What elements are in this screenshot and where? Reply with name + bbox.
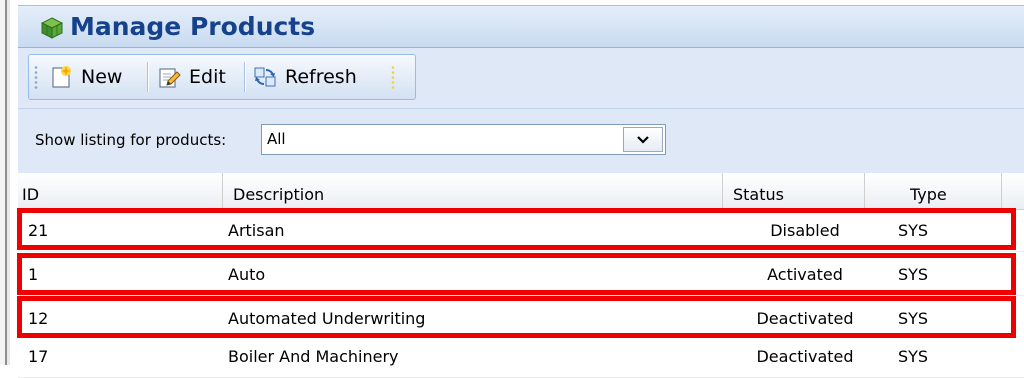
edit-label: Edit	[189, 66, 226, 88]
column-header-id[interactable]: ID	[18, 173, 223, 209]
toolbar-grip-icon[interactable]	[34, 65, 38, 91]
cell-id: 17	[28, 347, 49, 366]
dropdown-arrow-button[interactable]	[623, 127, 663, 152]
cell-type: SYS	[898, 309, 929, 328]
cell-status: Disabled	[770, 221, 840, 240]
new-button[interactable]: New	[49, 61, 122, 93]
refresh-icon	[254, 67, 276, 87]
cell-description: Boiler And Machinery	[228, 347, 399, 366]
refresh-button[interactable]: Refresh	[253, 61, 357, 93]
cell-type: SYS	[898, 221, 929, 240]
left-rail	[0, 0, 10, 365]
edit-button[interactable]: Edit	[157, 61, 226, 93]
column-header-description[interactable]: Description	[223, 173, 723, 209]
filter-label: Show listing for products:	[35, 131, 227, 149]
table-row[interactable]: 12 Automated Underwriting Deactivated SY…	[18, 298, 1024, 340]
page-title: Manage Products	[70, 12, 316, 41]
cell-type: SYS	[898, 265, 929, 284]
table-row[interactable]: 1 Auto Activated SYS	[18, 254, 1024, 296]
refresh-label: Refresh	[285, 66, 357, 88]
product-filter-select[interactable]: All	[261, 124, 666, 155]
grid-header: ID Description Status Type	[18, 173, 1024, 210]
filter-bar: Show listing for products: All	[18, 108, 1024, 173]
cell-description: Automated Underwriting	[228, 309, 426, 328]
table-row[interactable]: 17 Boiler And Machinery Deactivated SYS	[18, 336, 1024, 378]
toolbar-separator	[147, 62, 149, 92]
filter-selected-value: All	[267, 130, 286, 148]
column-header-type[interactable]: Type	[865, 173, 1002, 209]
toolbar: New Edit Refresh	[28, 54, 416, 100]
cell-type: SYS	[898, 347, 929, 366]
column-header-status[interactable]: Status	[723, 173, 865, 209]
new-icon	[52, 66, 71, 88]
chevron-down-icon	[637, 135, 649, 144]
toolbar-area: New Edit Refresh	[18, 48, 1024, 108]
cell-id: 21	[28, 221, 49, 240]
cell-description: Artisan	[228, 221, 285, 240]
cell-description: Auto	[228, 265, 266, 284]
cell-status: Deactivated	[756, 347, 854, 366]
cell-status: Activated	[767, 265, 843, 284]
title-bar: Manage Products	[18, 5, 1024, 48]
products-cube-icon	[41, 17, 63, 39]
cell-id: 1	[28, 265, 39, 284]
cell-id: 12	[28, 309, 49, 328]
toolbar-overflow-grip-icon[interactable]	[391, 65, 395, 91]
table-row[interactable]: 21 Artisan Disabled SYS	[18, 210, 1024, 252]
manage-products-panel: Manage Products New Edit Refresh Show li…	[18, 0, 1024, 378]
toolbar-separator	[244, 62, 246, 92]
cell-status: Deactivated	[756, 309, 854, 328]
new-label: New	[81, 66, 123, 88]
edit-icon	[159, 68, 181, 88]
